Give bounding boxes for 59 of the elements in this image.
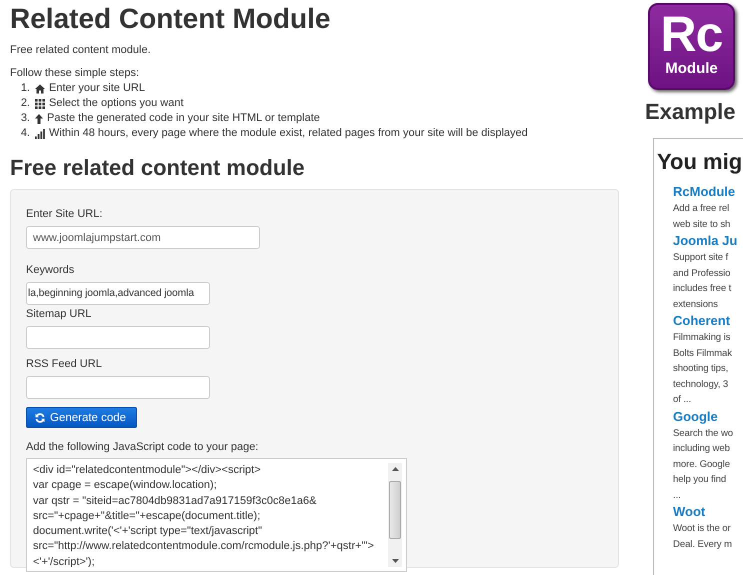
field-label: Sitemap URL — [26, 307, 92, 321]
result-snippet: more. Google — [673, 458, 731, 472]
page-title: Related Content Module — [10, 3, 332, 35]
step-number: 3. — [20, 111, 30, 126]
code-text: <div id="relatedcontentmodule"></div><script> var cpage = escape(window.location); var qstr = "siteid=ac7804db9831ad7a917159f3c0c8e1a6& src="+cpage+"&title="+escape(document.title); document.write('<'+'script type="text/javascript" src="http://www.relatedcontentmodule.com/rcmodule.js.php?'+qstr+'"> <'+'/script>'); — [33, 463, 375, 567]
text-field[interactable] — [26, 376, 210, 399]
result-snippet: Bolts Filmmak — [673, 346, 733, 360]
step-number: 2. — [20, 96, 30, 111]
generate-button[interactable]: Generate code — [26, 407, 137, 428]
result-snippet: extensions — [673, 298, 719, 312]
result-link[interactable]: Google — [673, 408, 743, 426]
refresh-icon — [35, 412, 45, 422]
step-text: Paste the generated code in your site HTML or template — [47, 111, 320, 126]
code-label: Add the following JavaScript code to your page: — [26, 440, 260, 454]
result-link[interactable]: Joomla Ju — [673, 232, 743, 250]
steps-heading: Follow these simple steps: — [10, 67, 140, 79]
step-text: Select the options you want — [49, 96, 184, 111]
code-field[interactable] — [26, 458, 407, 572]
result-snippet: Filmmaking is — [673, 331, 732, 345]
result-snippet: including web — [673, 442, 731, 456]
step-text: Enter your site URL — [49, 81, 145, 96]
result-snippet: ... — [673, 488, 682, 502]
result-snippet: shooting tips, — [673, 362, 730, 376]
result-snippet: help you find — [673, 473, 728, 487]
result-snippet: Woot is the or — [673, 522, 732, 536]
result-snippet: Deal. Every m — [673, 538, 733, 552]
result-snippet: and Professio — [673, 266, 732, 280]
result-snippet: includes free t — [673, 282, 732, 296]
logo-text: Rc — [660, 8, 722, 60]
up-arrow-icon — [35, 114, 43, 124]
grid-icon — [35, 98, 45, 108]
field-label: Keywords — [26, 263, 76, 277]
logo-subtext: Module — [665, 60, 718, 78]
text-field[interactable]: la,beginning joomla,advanced joomla — [26, 282, 210, 305]
result-snippet: Add a free rel — [673, 202, 730, 216]
field-label: RSS Feed URL — [26, 357, 103, 371]
result-link[interactable]: Woot — [673, 503, 743, 521]
step-text: Within 48 hours, every page where the module exist, related pages from your site will be displayed — [49, 126, 528, 141]
scrollbar[interactable] — [388, 463, 402, 567]
scroll-down-icon[interactable] — [392, 559, 398, 563]
scroll-up-icon[interactable] — [392, 467, 398, 471]
result-link[interactable]: RcModule — [673, 183, 743, 201]
text-field[interactable] — [26, 326, 210, 349]
box-heading: You mig — [657, 149, 743, 175]
step-number: 1. — [20, 81, 30, 96]
step-number: 4. — [20, 126, 30, 141]
example-heading: Example — [645, 99, 736, 125]
home-icon — [35, 84, 45, 94]
field-label: Enter Site URL: — [26, 207, 104, 221]
result-snippet: web site to sh — [673, 218, 732, 232]
result-snippet: technology, 3 — [673, 378, 730, 392]
result-link[interactable]: Coherent — [673, 312, 743, 330]
section-heading: Free related content module — [10, 155, 306, 181]
result-snippet: Support site f — [673, 251, 730, 265]
result-snippet: Search the wo — [673, 426, 734, 440]
text-field[interactable]: www.joomlajumpstart.com — [26, 226, 260, 249]
result-snippet: of ... — [673, 393, 692, 407]
intro-text: Free related content module. — [10, 44, 152, 56]
signal-bars-icon — [35, 128, 45, 138]
